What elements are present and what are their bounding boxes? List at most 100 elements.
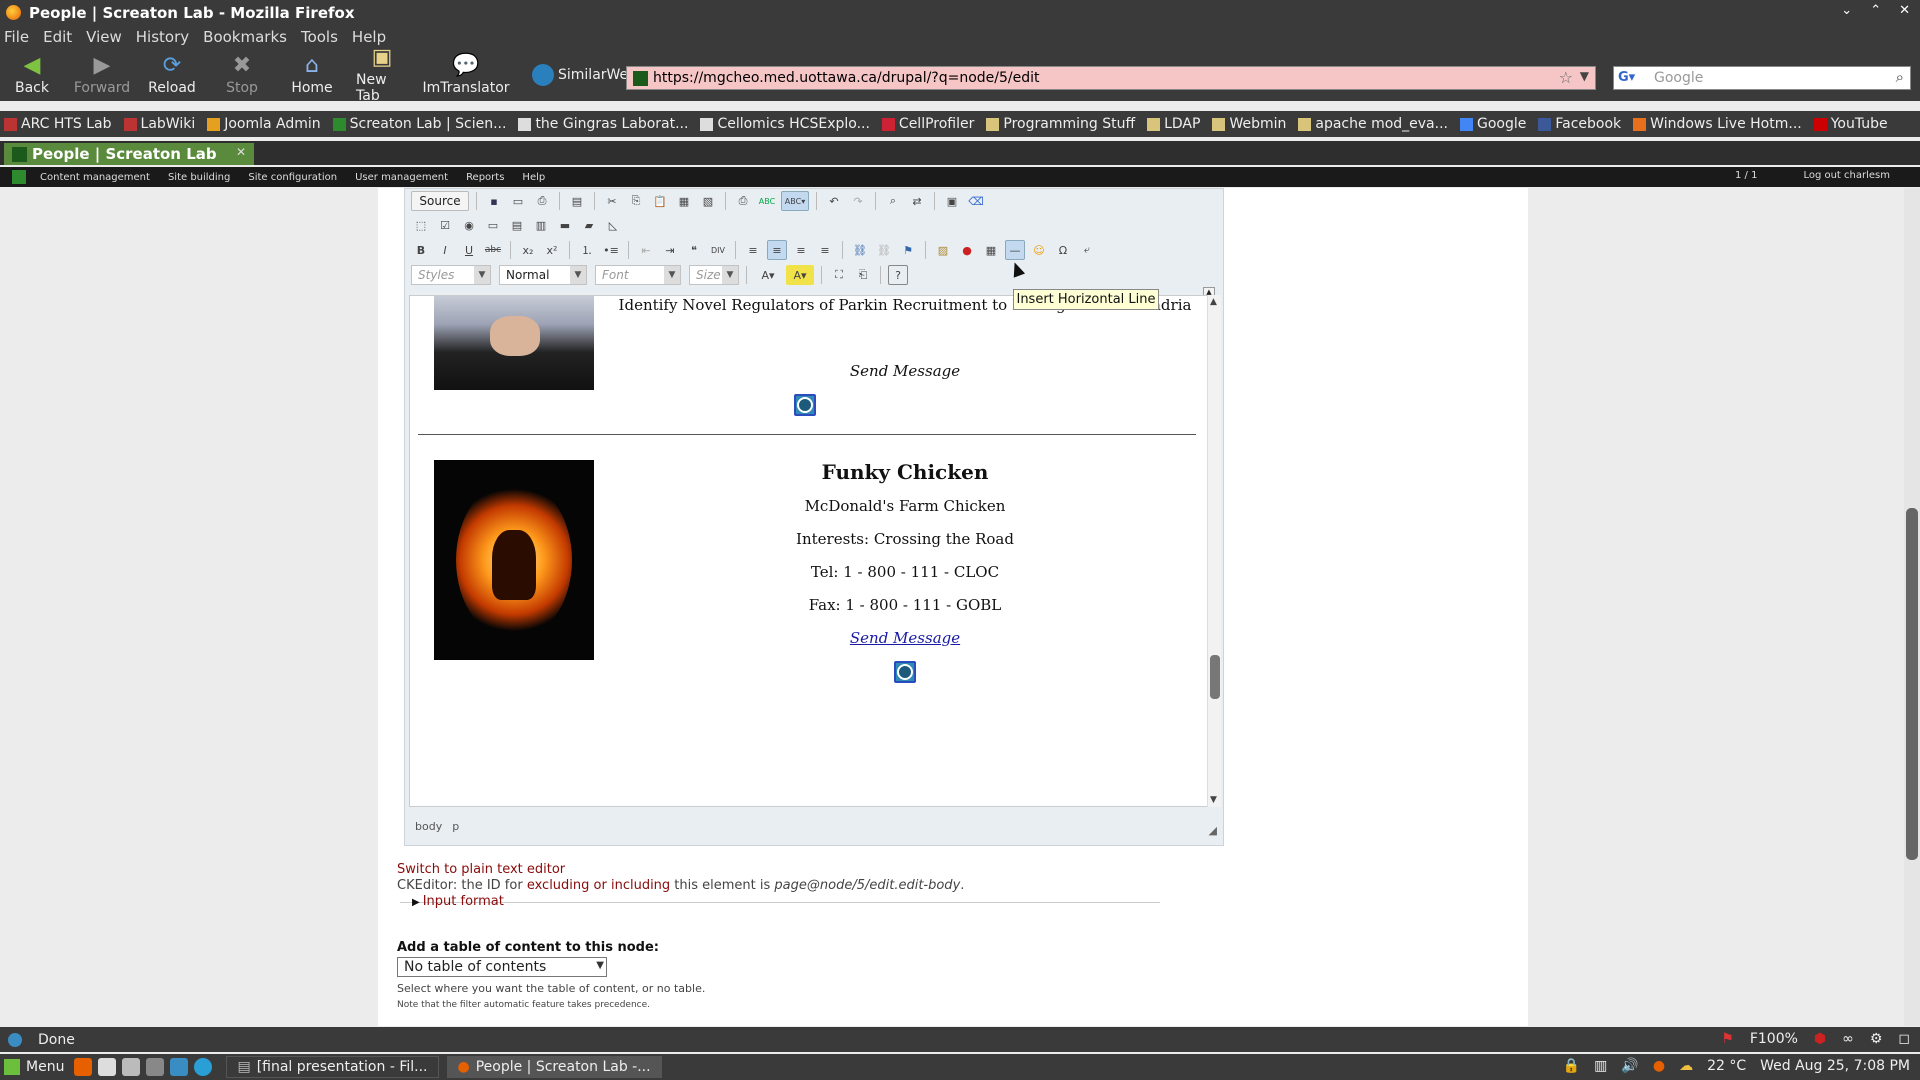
size-combo[interactable]: Size ▼ — [689, 265, 739, 285]
div-container-icon[interactable]: DIV — [708, 240, 728, 260]
find-icon[interactable]: ⌕ — [883, 191, 903, 211]
admin-home-icon[interactable] — [12, 170, 26, 184]
search-icon[interactable]: ⌕ — [1896, 68, 1904, 86]
home-button[interactable]: ⌂ Home — [286, 54, 338, 97]
format-combo[interactable]: Normal ▼ — [499, 265, 587, 285]
new-tab-button[interactable]: ▣ New Tab — [356, 46, 408, 105]
bulleted-list-icon[interactable]: •≡ — [601, 240, 621, 260]
editor-scroll-thumb[interactable] — [1210, 655, 1220, 699]
subscript-icon[interactable]: x₂ — [518, 240, 538, 260]
cut-icon[interactable]: ✂ — [602, 191, 622, 211]
paste-text-icon[interactable]: ▦ — [674, 191, 694, 211]
bookmark-item[interactable]: the Gingras Laborat... — [518, 116, 688, 132]
menu-edit[interactable]: Edit — [43, 28, 72, 46]
special-char-icon[interactable]: Ω — [1053, 240, 1073, 260]
maximize-icon[interactable]: ⛶ — [829, 265, 849, 285]
imtranslator-button[interactable]: 💬 ImTranslator — [422, 54, 509, 97]
input-format-toggle[interactable]: ▶ Input format — [412, 894, 504, 909]
bookmark-item[interactable]: ARC HTS Lab — [4, 116, 112, 132]
menu-bookmarks[interactable]: Bookmarks — [203, 28, 287, 46]
justify-icon[interactable]: ≡ — [815, 240, 835, 260]
radio-icon[interactable]: ◉ — [459, 215, 479, 235]
align-center-icon[interactable]: ≡ — [767, 240, 787, 260]
tab-people-screaton-lab[interactable]: People | Screaton Lab ✕ — [4, 143, 254, 165]
templates-icon[interactable]: ▤ — [567, 191, 587, 211]
editor-content-area[interactable]: Identify Novel Regulators of Parkin Recr… — [409, 295, 1209, 807]
textarea-icon[interactable]: ▤ — [507, 215, 527, 235]
page-break-icon[interactable]: ⤶ — [1077, 240, 1097, 260]
admin-help[interactable]: Help — [522, 172, 545, 183]
firefox-tray-icon[interactable]: ● — [1653, 1058, 1665, 1074]
preview-icon[interactable]: ⎙ — [532, 191, 552, 211]
terminal-icon[interactable] — [146, 1058, 165, 1076]
admin-reports[interactable]: Reports — [466, 172, 504, 183]
admin-content-management[interactable]: Content management — [40, 172, 150, 183]
network-icon[interactable]: ▥ — [1594, 1058, 1607, 1074]
paste-word-icon[interactable]: ▧ — [698, 191, 718, 211]
url-dropdown-icon[interactable]: ▼ — [1580, 69, 1589, 83]
bookmark-folder[interactable]: Webmin — [1212, 116, 1286, 132]
admin-user-management[interactable]: User management — [355, 172, 448, 183]
file-manager-icon[interactable] — [122, 1058, 141, 1076]
bookmark-item[interactable]: Google — [1460, 116, 1526, 132]
background-color-icon[interactable]: A▾ — [786, 265, 814, 285]
back-to-top-icon[interactable] — [794, 394, 816, 416]
minimize-icon[interactable]: ⌄ — [1841, 3, 1852, 18]
flash-icon[interactable]: ● — [957, 240, 977, 260]
scayt-icon[interactable]: ABC▾ — [781, 191, 809, 211]
start-menu-button[interactable]: Menu — [4, 1059, 64, 1075]
switch-plain-text-link[interactable]: Switch to plain text editor — [397, 862, 565, 877]
checkbox-icon[interactable]: ☑ — [435, 215, 455, 235]
numbered-list-icon[interactable]: ⒈ — [577, 240, 597, 260]
addon-icon[interactable]: ⚑ — [1721, 1031, 1734, 1047]
textfield-icon[interactable]: ▭ — [483, 215, 503, 235]
horizontal-line-icon[interactable]: — — [1005, 240, 1025, 260]
menu-history[interactable]: History — [136, 28, 189, 46]
admin-site-building[interactable]: Site building — [168, 172, 230, 183]
new-page-icon[interactable]: ▭ — [508, 191, 528, 211]
bookmark-folder[interactable]: LDAP — [1147, 116, 1200, 132]
link-icon[interactable]: ⛓ — [850, 240, 870, 260]
zoom-level[interactable]: F100% — [1750, 1031, 1798, 1047]
clock[interactable]: Wed Aug 25, 7:08 PM — [1760, 1058, 1910, 1074]
remove-format-icon[interactable]: ⌫ — [966, 191, 986, 211]
hidden-field-icon[interactable]: ◺ — [603, 215, 623, 235]
admin-site-configuration[interactable]: Site configuration — [248, 172, 337, 183]
excluding-including-link[interactable]: excluding or including — [527, 878, 670, 893]
path-p[interactable]: p — [452, 820, 459, 833]
bold-icon[interactable]: B — [411, 240, 431, 260]
styles-combo[interactable]: Styles ▼ — [411, 265, 491, 285]
image-icon[interactable]: ▨ — [933, 240, 953, 260]
path-body[interactable]: body — [415, 820, 442, 833]
reload-button[interactable]: ⟳ Reload — [146, 54, 198, 97]
strikethrough-icon[interactable]: abc — [483, 240, 503, 260]
stop-button[interactable]: ✖ Stop — [216, 54, 268, 97]
align-right-icon[interactable]: ≡ — [791, 240, 811, 260]
scroll-down-icon[interactable]: ▼ — [1210, 795, 1217, 805]
menu-view[interactable]: View — [86, 28, 122, 46]
tab-close-icon[interactable]: ✕ — [236, 145, 246, 159]
redo-icon[interactable]: ↷ — [848, 191, 868, 211]
editor-scrollbar[interactable]: ▲ ▼ — [1207, 295, 1221, 807]
form-icon[interactable]: ⬚ — [411, 215, 431, 235]
superscript-icon[interactable]: x² — [542, 240, 562, 260]
bookmark-item[interactable]: CellProfiler — [881, 116, 974, 132]
maximize-icon[interactable]: ⌃ — [1870, 3, 1881, 18]
weather-icon[interactable]: ☁ — [1679, 1058, 1693, 1074]
image-button-icon[interactable]: ▰ — [579, 215, 599, 235]
source-button[interactable]: Source — [411, 191, 469, 211]
page-scrollbar[interactable] — [1904, 188, 1920, 1026]
bookmark-folder[interactable]: Programming Stuff — [986, 116, 1135, 132]
back-button[interactable]: ◀ Back — [6, 54, 58, 97]
select-field-icon[interactable]: ▥ — [531, 215, 551, 235]
send-message-link[interactable]: Send Message — [610, 629, 1200, 647]
toc-select[interactable]: No table of contents ▼ — [397, 957, 607, 977]
spellcheck-icon[interactable]: ABC — [757, 191, 777, 211]
anchor-icon[interactable]: ⚑ — [898, 240, 918, 260]
text-color-icon[interactable]: A▾ — [754, 265, 782, 285]
bookmark-item[interactable]: YouTube — [1813, 116, 1888, 132]
indent-icon[interactable]: ⇥ — [660, 240, 680, 260]
bookmark-item[interactable]: LabWiki — [123, 116, 195, 132]
text-editor-icon[interactable] — [98, 1058, 117, 1076]
undo-icon[interactable]: ↶ — [824, 191, 844, 211]
